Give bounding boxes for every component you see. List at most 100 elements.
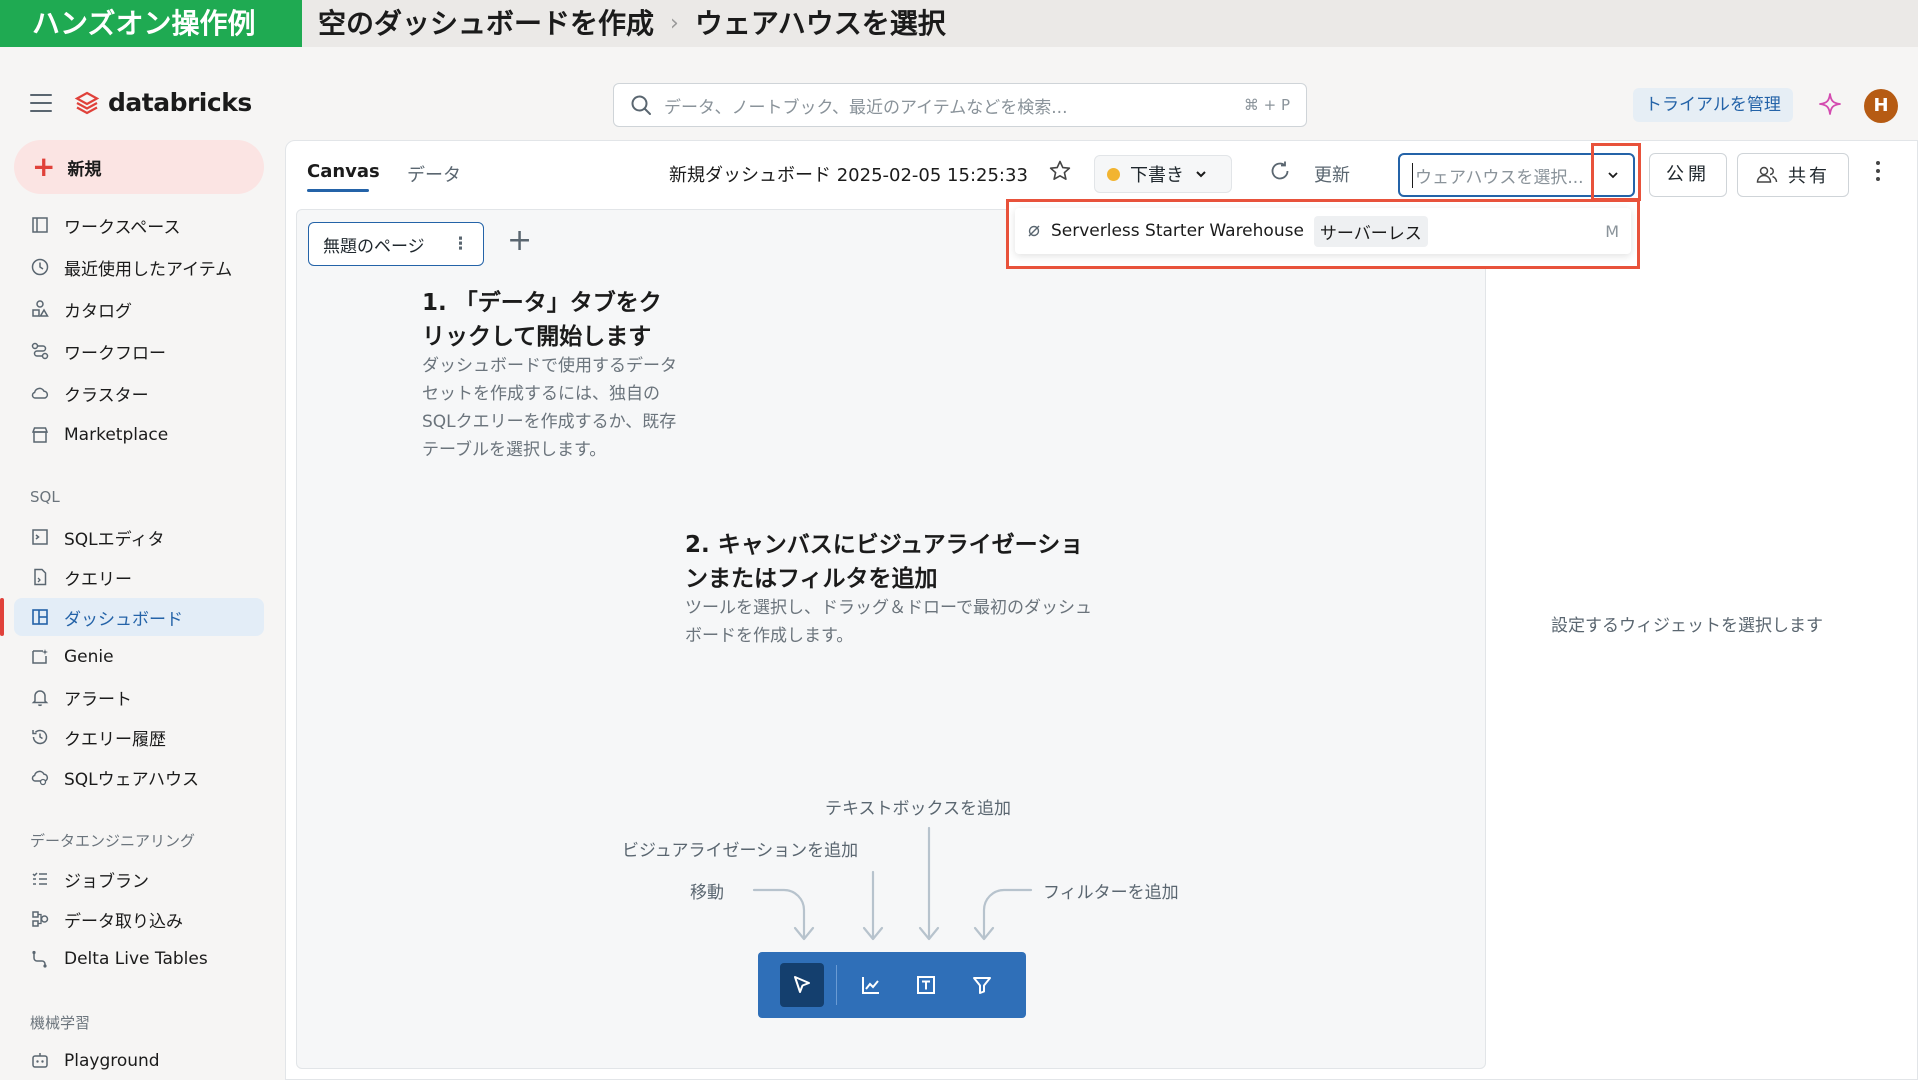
sidebar-item-alerts[interactable]: アラート bbox=[14, 678, 264, 716]
databricks-logo[interactable]: databricks bbox=[74, 88, 252, 117]
add-filter-button[interactable] bbox=[960, 963, 1004, 1007]
section-label-data-engineering: データエンジニアリング bbox=[30, 832, 196, 850]
playground-icon bbox=[30, 1051, 50, 1071]
tab-canvas[interactable]: Canvas bbox=[307, 161, 380, 182]
page-tab-menu-icon[interactable]: ⋮ bbox=[452, 234, 469, 254]
hint-add-filter: フィルターを追加 bbox=[1043, 883, 1179, 903]
sidebar-item-workspace[interactable]: ワークスペース bbox=[14, 206, 264, 244]
share-label: 共有 bbox=[1788, 166, 1830, 187]
sidebar-item-queries[interactable]: クエリー bbox=[14, 558, 264, 596]
more-options-icon[interactable] bbox=[1874, 161, 1882, 185]
sidebar-item-label: クラスター bbox=[64, 385, 149, 406]
add-textbox-button[interactable] bbox=[905, 963, 949, 1007]
clock-icon bbox=[30, 257, 50, 277]
dashboard-canvas[interactable]: 無題のページ ⋮ + 1. 「データ」タブをクリックして開始します ダッシュボー… bbox=[296, 209, 1486, 1069]
assistant-sparkle-icon[interactable] bbox=[1818, 92, 1842, 116]
sidebar-item-data-ingestion[interactable]: データ取り込み bbox=[14, 900, 264, 938]
publish-button[interactable]: 公開 bbox=[1649, 153, 1727, 197]
serverless-icon bbox=[1028, 225, 1040, 237]
draft-status-dot bbox=[1107, 167, 1120, 181]
chevron-right-icon: › bbox=[670, 11, 679, 36]
sidebar-item-label: ジョブラン bbox=[64, 871, 149, 892]
tab-active-underline bbox=[307, 189, 369, 192]
step2-description: ツールを選択し、ドラッグ＆ドローで最初のダッシュボードを作成します。 bbox=[685, 598, 1092, 646]
new-button[interactable]: + 新規 bbox=[14, 140, 264, 194]
serverless-badge: サーバーレス bbox=[1313, 215, 1428, 247]
sidebar-item-delta-live-tables[interactable]: Delta Live Tables bbox=[14, 940, 264, 978]
widget-toolbar bbox=[758, 952, 1026, 1018]
page-tab[interactable]: 無題のページ ⋮ bbox=[308, 222, 484, 266]
plus-icon: + bbox=[32, 150, 56, 183]
share-button[interactable]: 共有 bbox=[1737, 153, 1849, 197]
sidebar-item-label: Playground bbox=[64, 1051, 160, 1071]
sql-editor-icon bbox=[30, 527, 50, 547]
cursor-icon bbox=[793, 976, 810, 993]
step1-description: ダッシュボードで使用するデータセットを作成するには、独自のSQLクエリーを作成す… bbox=[422, 356, 677, 460]
dashboard-title[interactable]: 新規ダッシュボード 2025-02-05 15:25:33 bbox=[669, 161, 1028, 187]
global-search-input[interactable]: データ、ノートブック、最近のアイテムなどを検索... ⌘ + P bbox=[613, 83, 1307, 127]
sidebar-item-label: Marketplace bbox=[64, 425, 169, 445]
hamburger-menu-icon[interactable] bbox=[30, 94, 52, 112]
sidebar-item-recents[interactable]: 最近使用したアイテム bbox=[14, 248, 264, 286]
chevron-down-icon bbox=[1196, 171, 1206, 178]
warehouse-option[interactable]: Serverless Starter Warehouse サーバーレス M bbox=[1015, 208, 1631, 254]
section-label-sql: SQL bbox=[30, 488, 60, 506]
sidebar-item-sql-warehouses[interactable]: SQLウェアハウス bbox=[14, 758, 264, 796]
sidebar-item-clusters[interactable]: クラスター bbox=[14, 374, 264, 412]
add-visualization-button[interactable] bbox=[849, 963, 893, 1007]
banner-breadcrumb: 空のダッシュボードを作成 › ウェアハウスを選択 bbox=[318, 0, 946, 47]
step2-title: 2. キャンバスにビジュアライゼーションまたはフィルタを追加 bbox=[685, 532, 1084, 592]
dashboard-editor: Canvas データ 新規ダッシュボード 2025-02-05 15:25:33… bbox=[285, 140, 1918, 1080]
refresh-button[interactable]: 更新 bbox=[1314, 161, 1350, 187]
sidebar-item-label: カタログ bbox=[64, 301, 132, 322]
hint-move: 移動 bbox=[690, 883, 724, 903]
warehouse-select-placeholder: ウェアハウスを選択... bbox=[1412, 162, 1593, 188]
search-placeholder: データ、ノートブック、最近のアイテムなどを検索... bbox=[664, 97, 1068, 118]
search-shortcut: ⌘ + P bbox=[1243, 96, 1290, 114]
section-label-machine-learning: 機械学習 bbox=[30, 1014, 91, 1032]
warehouse-option-name: Serverless Starter Warehouse bbox=[1051, 221, 1304, 241]
sidebar-item-workflows[interactable]: ワークフロー bbox=[14, 332, 264, 370]
select-tool-button[interactable] bbox=[780, 963, 824, 1007]
draft-label: 下書き bbox=[1130, 165, 1184, 186]
history-icon bbox=[30, 727, 50, 747]
sidebar-item-playground[interactable]: Playground bbox=[14, 1042, 264, 1080]
query-icon bbox=[30, 567, 50, 587]
store-icon bbox=[30, 425, 50, 445]
sidebar-item-dashboards[interactable]: ダッシュボード bbox=[14, 598, 264, 636]
ingest-icon bbox=[30, 909, 50, 929]
workflow-icon bbox=[30, 341, 50, 361]
sidebar-item-marketplace[interactable]: Marketplace bbox=[14, 416, 264, 454]
sidebar-item-sql-editor[interactable]: SQLエディタ bbox=[14, 518, 264, 556]
cloud-icon bbox=[30, 383, 50, 403]
tab-data[interactable]: データ bbox=[407, 161, 461, 187]
add-page-icon[interactable]: + bbox=[507, 226, 532, 256]
warehouse-size: M bbox=[1605, 221, 1619, 241]
tutorial-banner: ハンズオン操作例 空のダッシュボードを作成 › ウェアハウスを選択 bbox=[0, 0, 1918, 47]
sidebar-item-query-history[interactable]: クエリー履歴 bbox=[14, 718, 264, 756]
sidebar-item-label: クエリー bbox=[64, 569, 132, 590]
sidebar-item-genie[interactable]: Genie bbox=[14, 638, 264, 676]
sidebar-item-catalog[interactable]: カタログ bbox=[14, 290, 264, 328]
user-avatar[interactable]: H bbox=[1864, 89, 1898, 123]
page-tab-label: 無題のページ bbox=[323, 236, 425, 257]
genie-icon bbox=[30, 647, 50, 667]
star-icon[interactable] bbox=[1048, 159, 1072, 183]
config-panel-hint: 設定するウィジェットを選択します bbox=[1551, 616, 1823, 636]
line-chart-icon bbox=[861, 977, 879, 994]
sidebar-item-label: クエリー履歴 bbox=[64, 729, 166, 750]
sidebar: + 新規 ワークスペース 最近使用したアイテム カタログ ワークフロー クラスタ… bbox=[0, 136, 280, 1080]
sidebar-item-label: ワークスペース bbox=[64, 217, 181, 238]
warehouse-dropdown: Serverless Starter Warehouse サーバーレス M bbox=[1006, 199, 1640, 269]
sidebar-item-label: Genie bbox=[64, 647, 114, 667]
draft-status-dropdown[interactable]: 下書き bbox=[1094, 155, 1232, 193]
text-box-icon bbox=[917, 976, 936, 994]
search-icon bbox=[631, 95, 651, 115]
step1-title: 1. 「データ」タブをクリックして開始します bbox=[422, 290, 662, 350]
sidebar-item-label: ワークフロー bbox=[64, 343, 166, 364]
sidebar-item-label: ダッシュボード bbox=[64, 609, 183, 630]
sidebar-item-job-runs[interactable]: ジョブラン bbox=[14, 860, 264, 898]
dashboard-icon bbox=[30, 607, 50, 627]
manage-trial-button[interactable]: トライアルを管理 bbox=[1633, 88, 1793, 122]
refresh-icon[interactable] bbox=[1268, 159, 1292, 183]
